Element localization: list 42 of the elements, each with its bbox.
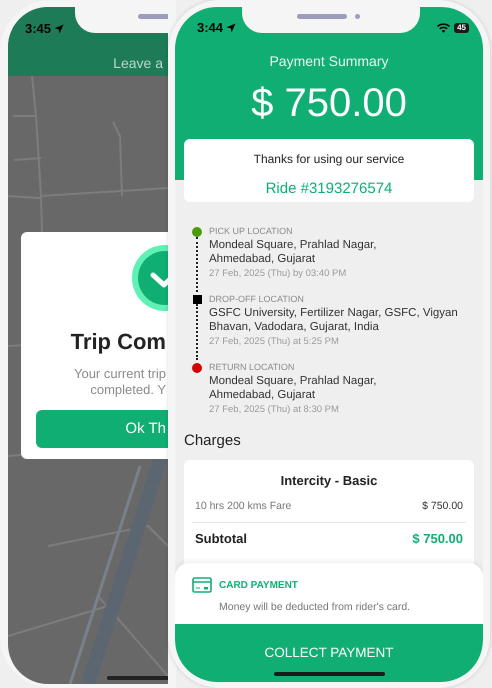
speaker-grille [297, 14, 347, 19]
charge-label: 10 hrs 200 kms Fare [195, 499, 292, 514]
ok-button[interactable]: Ok Th [36, 410, 168, 448]
section-title: Charges [183, 431, 242, 451]
charge-amount: $ 750.00 [422, 499, 463, 514]
wifi-icon [437, 23, 450, 33]
total-amount: $ 750.00 [251, 80, 407, 127]
battery-level: 45 [454, 23, 469, 33]
speaker-grille [138, 14, 168, 19]
stop-label: PICK UP LOCATION [209, 225, 294, 238]
thanks-message: Thanks for using our service [254, 151, 404, 168]
payment-method: CARD PAYMENT [219, 579, 299, 593]
dialog-message: completed. Y [90, 382, 167, 398]
stop-address: Bhavan, Vadodara, Gujarat, India [209, 320, 380, 334]
status-time: 3:45 [25, 20, 52, 38]
stop-label: DROP-OFF LOCATION [209, 293, 305, 306]
stop-address: GSFC University, Fertilizer Nagar, GSFC, Vigyan [209, 306, 458, 320]
stop-address: Ahmedabad, Gujarat [209, 252, 316, 266]
subtotal-label: Subtotal [195, 530, 247, 548]
route-line [196, 237, 198, 292]
stop-time: 27 Feb, 2025 (Thu) at 8:30 PM [209, 403, 340, 417]
route-line [196, 304, 198, 360]
location-arrow-icon [226, 23, 236, 33]
subtotal-amount: $ 750.00 [412, 530, 463, 548]
payment-note: Money will be deducted from rider's card. [219, 600, 410, 615]
header-title: Leave a [112, 54, 164, 73]
status-time: 3:44 [197, 19, 224, 38]
ride-number: Ride #3193276574 [266, 179, 392, 199]
location-arrow-icon [54, 24, 64, 34]
stop-address: Ahmedabad, Gujarat [209, 388, 316, 402]
fare-type: Intercity - Basic [280, 472, 378, 490]
credit-card-icon [192, 577, 212, 593]
stop-address: Mondeal Square, Prahlad Nagar, [209, 238, 376, 252]
collect-payment-button[interactable]: COLLECT PAYMENT [175, 624, 483, 682]
dialog-title: Trip Com [70, 328, 167, 356]
stop-address: Mondeal Square, Prahlad Nagar, [209, 374, 376, 388]
dialog-message: Your current trip [74, 366, 167, 382]
stop-time: 27 Feb, 2025 (Thu) at 5:25 PM [209, 335, 340, 349]
stop-label: RETURN LOCATION [209, 361, 296, 374]
home-indicator [107, 676, 168, 680]
stop-time: 27 Feb, 2025 (Thu) by 03:40 PM [209, 267, 348, 281]
summary-title: Payment Summary [269, 52, 389, 71]
